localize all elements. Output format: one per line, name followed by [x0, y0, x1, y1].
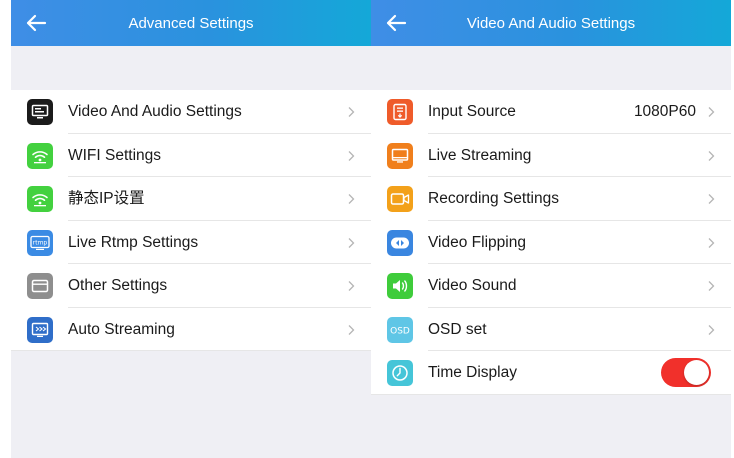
osd-icon: OSD [387, 316, 413, 343]
flip-icon [387, 229, 413, 256]
menu-item-label: OSD set [428, 320, 487, 338]
chevron-right-icon [708, 237, 715, 248]
menu-item-static-ip[interactable]: 静态IP设置 [11, 177, 371, 221]
app-bar: Video And Audio Settings [371, 0, 731, 46]
menu-item-video-audio[interactable]: Video And Audio Settings [11, 90, 371, 134]
rtmp-icon: rtmp [27, 229, 53, 256]
auto-streaming-icon [27, 316, 53, 343]
wifi-icon [27, 186, 53, 212]
menu-item-label: Video Sound [428, 277, 517, 294]
camera-icon [387, 186, 413, 212]
page-title: Video And Audio Settings [466, 15, 636, 32]
chevron-right-icon [708, 324, 715, 335]
menu-item-other[interactable]: Other Settings [11, 264, 371, 308]
menu-item-osd-set[interactable]: OSD OSD set [371, 308, 731, 351]
menu-item-label: Other Settings [68, 277, 168, 294]
svg-text:rtmp: rtmp [33, 239, 48, 246]
menu-item-label: Input Source [428, 103, 516, 120]
monitor-icon [27, 99, 53, 125]
chevron-right-icon [708, 107, 715, 117]
menu-item-live-streaming[interactable]: Live Streaming [371, 134, 731, 177]
chevron-right-icon [348, 194, 355, 204]
menu-item-video-flipping[interactable]: Video Flipping [371, 221, 731, 264]
chevron-right-icon [348, 150, 355, 161]
menu-item-auto-streaming[interactable]: Auto Streaming [11, 308, 371, 351]
input-source-icon [387, 99, 413, 125]
settings-list: Video And Audio Settings WIFI Settings 静… [11, 90, 371, 351]
svg-text:OSD: OSD [390, 326, 410, 336]
video-audio-settings-screen: Video And Audio Settings Input Source 10… [371, 0, 731, 458]
input-source-value: 1080P60 [633, 103, 696, 120]
chevron-right-icon [348, 324, 355, 335]
clock-icon [387, 360, 413, 386]
settings-list: Input Source 1080P60 Live Streaming Reco… [371, 90, 731, 395]
menu-item-live-rtmp[interactable]: rtmp Live Rtmp Settings [11, 221, 371, 264]
menu-item-label: WIFI Settings [68, 146, 162, 164]
menu-item-label: Recording Settings [428, 190, 559, 207]
chevron-right-icon [348, 281, 355, 291]
menu-item-video-sound[interactable]: Video Sound [371, 264, 731, 308]
speaker-icon [387, 273, 413, 299]
menu-item-label: Video Flipping [428, 233, 526, 251]
menu-item-wifi[interactable]: WIFI Settings [11, 134, 371, 177]
chevron-right-icon [708, 194, 715, 204]
app-bar: Advanced Settings [11, 0, 371, 46]
chevron-right-icon [708, 281, 715, 291]
page-title: Advanced Settings [128, 15, 254, 32]
window-icon [27, 273, 53, 299]
menu-item-recording-settings[interactable]: Recording Settings [371, 177, 731, 221]
chevron-right-icon [348, 237, 355, 248]
chevron-right-icon [708, 150, 715, 161]
menu-item-label: Auto Streaming [68, 320, 175, 338]
menu-item-label: Video And Audio Settings [68, 103, 242, 120]
time-display-toggle[interactable] [661, 358, 711, 387]
menu-item-time-display: Time Display [371, 351, 731, 395]
menu-item-label: Live Streaming [428, 146, 532, 164]
chevron-right-icon [348, 107, 355, 117]
toggle-knob [684, 360, 709, 385]
menu-item-label: 静态IP设置 [68, 190, 145, 207]
display-icon [387, 142, 413, 169]
advanced-settings-screen: Advanced Settings Video And Audio Settin… [11, 0, 371, 458]
menu-item-input-source[interactable]: Input Source 1080P60 [371, 90, 731, 134]
menu-item-label: Live Rtmp Settings [68, 233, 199, 251]
menu-item-label: Time Display [428, 364, 517, 381]
wifi-icon [27, 142, 53, 169]
